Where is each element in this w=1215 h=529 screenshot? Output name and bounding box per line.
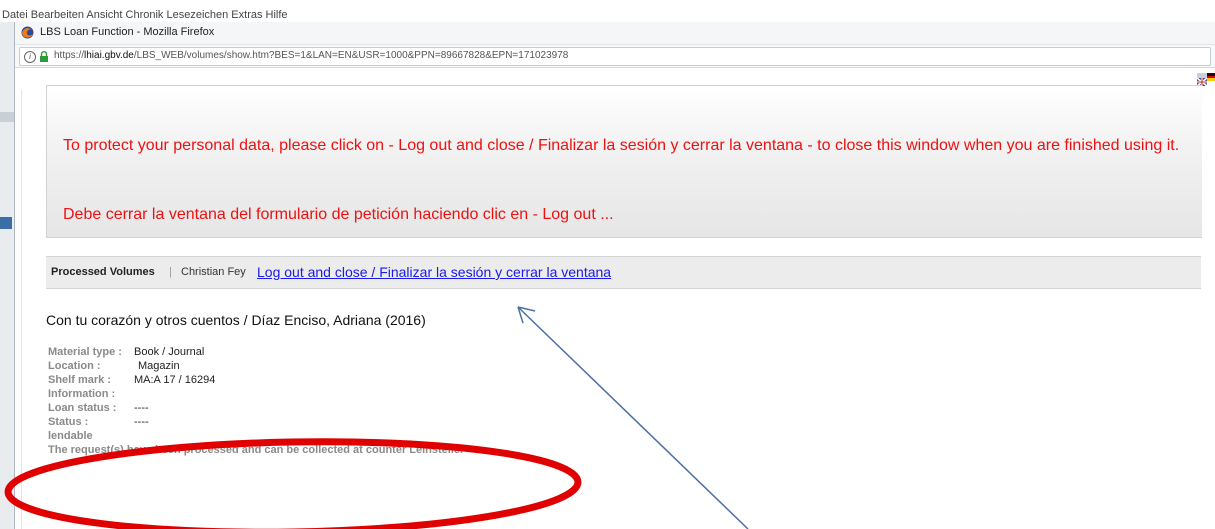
window-titlebar[interactable]: LBS Loan Function - Mozilla Firefox xyxy=(15,22,1215,45)
detail-label: Loan status : xyxy=(48,402,117,414)
host-marker xyxy=(0,217,12,229)
content-left-rule xyxy=(21,90,22,529)
detail-label: Status : xyxy=(48,416,89,428)
detail-label: Shelf mark : xyxy=(48,374,111,386)
detail-value: ---- xyxy=(134,416,149,428)
host-window-edge xyxy=(0,22,15,529)
firefox-icon xyxy=(21,26,34,39)
detail-row-loan-status: Loan status : ---- xyxy=(48,401,463,415)
url-text: https://lhiai.gbv.de/LBS_WEB/volumes/sho… xyxy=(54,50,569,61)
lock-icon[interactable] xyxy=(39,51,49,62)
detail-label: Location : xyxy=(48,360,101,372)
detail-row-information: Information : xyxy=(48,387,463,401)
logout-instruction-text: Debe cerrar la ventana del formulario de… xyxy=(63,206,614,223)
detail-row-status: Status : ---- xyxy=(48,415,463,429)
record-title: Con tu corazón y otros cuentos / Díaz En… xyxy=(46,312,426,328)
window-title: LBS Loan Function - Mozilla Firefox xyxy=(40,26,215,38)
german-flag-icon[interactable] xyxy=(1207,73,1215,81)
detail-value: Magazin xyxy=(138,360,180,372)
url-field[interactable]: i https://lhiai.gbv.de/LBS_WEB/volumes/s… xyxy=(19,47,1211,66)
detail-value: MA:A 17 / 16294 xyxy=(134,374,216,386)
detail-row-material-type: Material type : Book / Journal xyxy=(48,345,463,359)
host-menubar: Datei Bearbeiten Ansicht Chronik Lesezei… xyxy=(0,0,1215,22)
lendable-text: lendable xyxy=(48,430,93,442)
privacy-notice-box: To protect your personal data, please cl… xyxy=(46,85,1202,238)
url-domain: lhiai.gbv.de xyxy=(84,50,134,61)
privacy-notice-text: To protect your personal data, please cl… xyxy=(63,137,1180,154)
info-icon[interactable]: i xyxy=(24,51,36,63)
detail-row-location: Location : Magazin xyxy=(48,359,463,373)
detail-value: ---- xyxy=(134,402,149,414)
processed-volumes-label: Processed Volumes xyxy=(51,266,155,278)
detail-label: Information : xyxy=(48,388,116,400)
host-tab xyxy=(0,112,14,122)
detail-row-shelf-mark: Shelf mark : MA:A 17 / 16294 xyxy=(48,373,463,387)
navigation-bar: Processed Volumes | Christian Fey Log ou… xyxy=(46,256,1201,289)
host-menu-fragment: Datei Bearbeiten Ansicht Chronik Lesezei… xyxy=(2,9,288,21)
record-details: Material type : Book / Journal Location … xyxy=(48,345,463,457)
language-flags xyxy=(1196,73,1215,87)
request-processed-message: The request(s) have been processed and c… xyxy=(48,444,464,456)
address-bar: i https://lhiai.gbv.de/LBS_WEB/volumes/s… xyxy=(15,45,1215,68)
nav-separator: | xyxy=(169,266,172,278)
english-flag-icon[interactable] xyxy=(1196,73,1208,87)
user-name: Christian Fey xyxy=(181,266,246,278)
logout-and-close-link[interactable]: Log out and close / Finalizar la sesión … xyxy=(257,264,611,280)
detail-value: Book / Journal xyxy=(134,346,205,358)
detail-label: Material type : xyxy=(48,346,122,358)
